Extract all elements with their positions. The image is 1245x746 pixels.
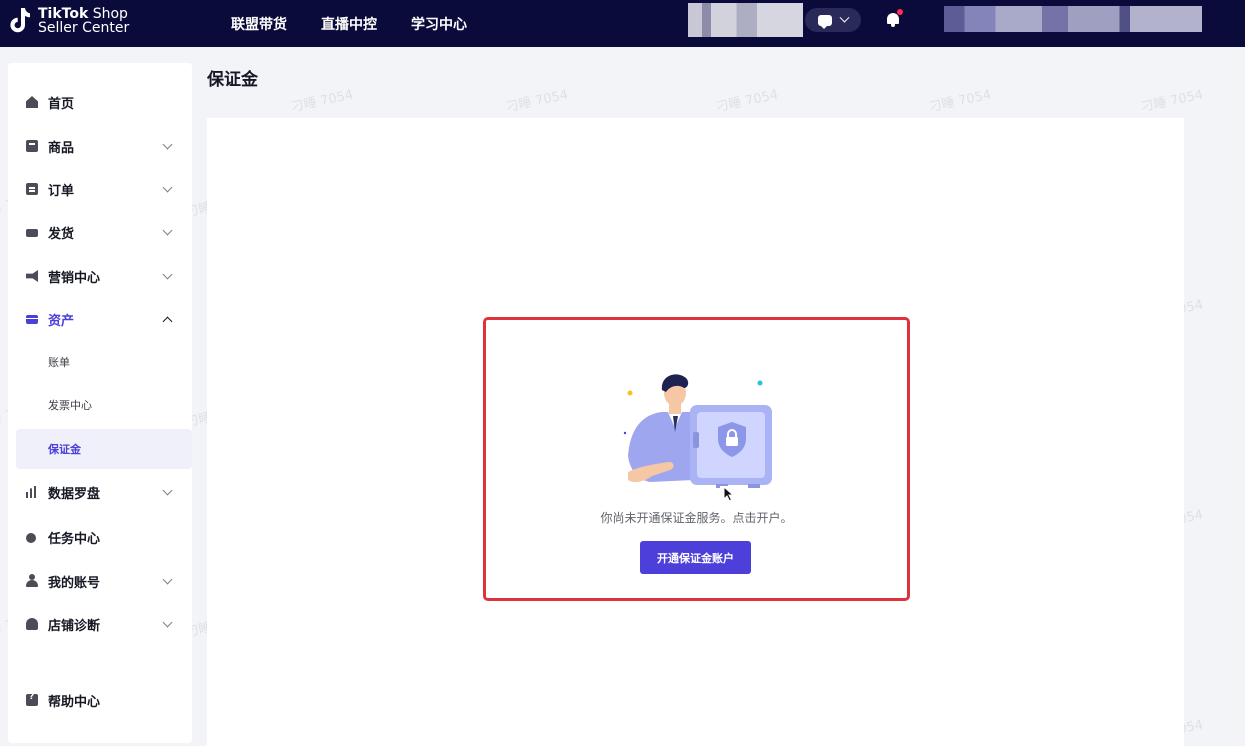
- sidebar-item-marketing[interactable]: 营销中心: [8, 256, 192, 296]
- sidebar-subitem-label: 保证金: [48, 443, 81, 456]
- chevron-up-icon: [162, 316, 173, 326]
- wallet-icon: [26, 314, 38, 324]
- order-icon: [26, 183, 38, 195]
- nav-affiliate[interactable]: 联盟带货: [231, 14, 287, 34]
- sidebar-item-label: 任务中心: [48, 531, 101, 547]
- chevron-down-icon: [162, 225, 173, 235]
- sidebar-item-shop-diagnosis[interactable]: 店铺诊断: [8, 604, 192, 644]
- sidebar-item-assets[interactable]: 资产: [8, 299, 192, 339]
- notification-dot: [897, 9, 903, 15]
- sidebar-item-label: 帮助中心: [48, 694, 101, 710]
- safe-illustration: [623, 374, 772, 489]
- chevron-down-icon: [162, 269, 173, 279]
- sidebar-item-orders[interactable]: 订单: [8, 169, 192, 209]
- mouse-cursor-icon: [723, 486, 735, 502]
- empty-state-message: 你尚未开通保证金服务。点击开户。: [600, 511, 793, 525]
- page-title: 保证金: [207, 70, 258, 90]
- chevron-down-icon: [839, 12, 850, 23]
- chevron-down-icon: [162, 617, 173, 627]
- watermark-text: 刁睡 7054: [714, 87, 780, 116]
- sidebar-item-products[interactable]: 商品: [8, 126, 192, 166]
- shipping-icon: [26, 229, 38, 237]
- sidebar-item-label: 订单: [48, 183, 75, 199]
- nav-live-console[interactable]: 直播中控: [321, 14, 377, 34]
- sidebar-subitem-deposit[interactable]: 保证金: [16, 429, 192, 469]
- tiktok-shop-logo[interactable]: TikTok Shop Seller Center: [8, 6, 129, 36]
- sidebar-subitem-label: 账单: [48, 356, 70, 369]
- sidebar-item-label: 商品: [48, 140, 75, 156]
- watermark-text: 刁睡 7054: [1139, 87, 1205, 116]
- nav-learning-center[interactable]: 学习中心: [411, 14, 467, 34]
- chart-icon: [26, 486, 38, 498]
- home-icon: [26, 96, 38, 108]
- watermark-text: 刁睡 7054: [289, 87, 355, 116]
- blurred-account-info[interactable]: [944, 6, 1202, 32]
- sidebar-item-home[interactable]: 首页: [8, 82, 192, 122]
- sidebar-subitem-label: 发票中心: [48, 399, 92, 412]
- chevron-down-icon: [162, 139, 173, 149]
- chevron-down-icon: [162, 182, 173, 192]
- sidebar-subitem-bills[interactable]: 账单: [16, 342, 192, 382]
- open-deposit-account-button[interactable]: 开通保证金账户: [640, 541, 751, 574]
- sidebar-item-shipping[interactable]: 发货: [8, 212, 192, 252]
- sidebar-item-label: 数据罗盘: [48, 486, 101, 502]
- sidebar-item-tasks[interactable]: 任务中心: [8, 517, 192, 557]
- chevron-down-icon: [162, 574, 173, 584]
- watermark-text: 刁睡 7054: [504, 87, 570, 116]
- sidebar-item-label: 发货: [48, 226, 75, 242]
- watermark-text: 刁睡 7054: [927, 87, 993, 116]
- notification-bell-icon[interactable]: [886, 9, 903, 27]
- sidebar-item-label: 资产: [48, 313, 75, 329]
- medal-icon: [26, 533, 36, 543]
- sidebar-item-label: 首页: [48, 96, 75, 112]
- user-icon: [26, 574, 38, 587]
- tiktok-logo-icon: [10, 8, 30, 33]
- blurred-shop-info: [688, 3, 803, 37]
- top-nav: 联盟带货 直播中控 学习中心: [231, 0, 467, 47]
- product-icon: [26, 140, 38, 152]
- chat-icon: [817, 14, 832, 29]
- shop-icon: [26, 618, 38, 630]
- sidebar-subitem-invoices[interactable]: 发票中心: [16, 385, 192, 425]
- sidebar: 首页 商品 订单 发货 营销中心 资产 账单 发票中心 保证金 数据罗盘 任务中…: [8, 63, 192, 743]
- sidebar-item-label: 店铺诊断: [48, 618, 101, 634]
- sidebar-item-label: 营销中心: [48, 270, 101, 286]
- help-icon: [26, 692, 38, 706]
- logo-subtitle: Seller Center: [38, 20, 130, 36]
- sidebar-item-my-account[interactable]: 我的账号: [8, 561, 192, 601]
- megaphone-icon: [26, 270, 38, 282]
- top-bar: TikTok Shop Seller Center 联盟带货 直播中控 学习中心: [0, 0, 1245, 47]
- sidebar-item-help-center[interactable]: 帮助中心: [8, 680, 192, 720]
- chat-button[interactable]: [805, 8, 861, 32]
- chevron-down-icon: [162, 485, 173, 495]
- sidebar-item-data-compass[interactable]: 数据罗盘: [8, 472, 192, 512]
- sidebar-item-label: 我的账号: [48, 575, 101, 591]
